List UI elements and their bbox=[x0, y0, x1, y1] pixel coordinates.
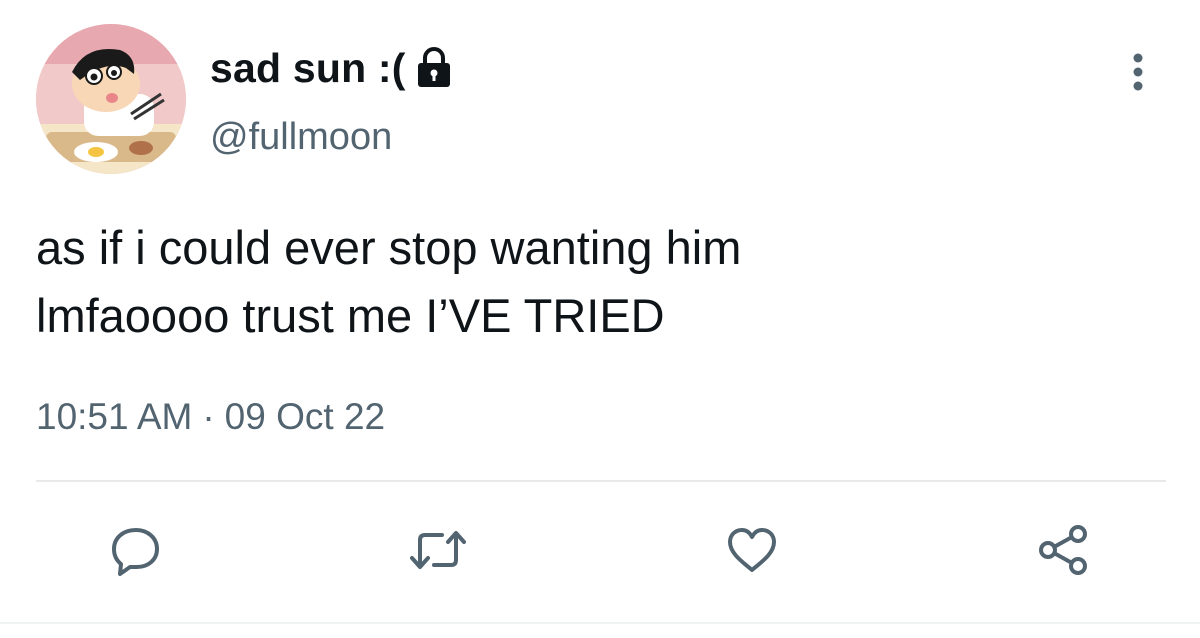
display-name-row: sad sun :( bbox=[210, 40, 454, 96]
avatar[interactable] bbox=[36, 24, 186, 174]
bottom-divider bbox=[0, 622, 1200, 624]
share-icon bbox=[1034, 520, 1094, 580]
user-handle[interactable]: @fullmoon bbox=[210, 116, 392, 159]
tweet-timestamp[interactable]: 10:51 AM · 09 Oct 22 bbox=[36, 396, 385, 438]
reply-button[interactable] bbox=[106, 520, 166, 580]
retweet-button[interactable] bbox=[408, 520, 468, 580]
more-options-icon[interactable] bbox=[1118, 50, 1158, 94]
share-button[interactable] bbox=[1034, 520, 1094, 580]
tweet-date: 09 Oct 22 bbox=[224, 396, 386, 437]
meta-separator: · bbox=[202, 396, 215, 437]
retweet-icon bbox=[408, 522, 468, 578]
tweet-text: as if i could ever stop wanting him lmfa… bbox=[36, 214, 1156, 350]
tweet-time: 10:51 AM bbox=[36, 396, 193, 437]
display-name[interactable]: sad sun :( bbox=[210, 45, 406, 92]
tweet-card: sad sun :( @fullmoon as if i could ever … bbox=[0, 0, 1200, 638]
heart-icon bbox=[724, 522, 780, 578]
reply-icon bbox=[108, 522, 164, 578]
divider bbox=[36, 480, 1166, 482]
avatar-image bbox=[36, 24, 186, 174]
tweet-text-line: lmfaoooo trust me I’VE TRIED bbox=[36, 289, 665, 342]
like-button[interactable] bbox=[722, 520, 782, 580]
lock-icon bbox=[414, 46, 454, 90]
tweet-text-line: as if i could ever stop wanting him bbox=[36, 221, 742, 274]
